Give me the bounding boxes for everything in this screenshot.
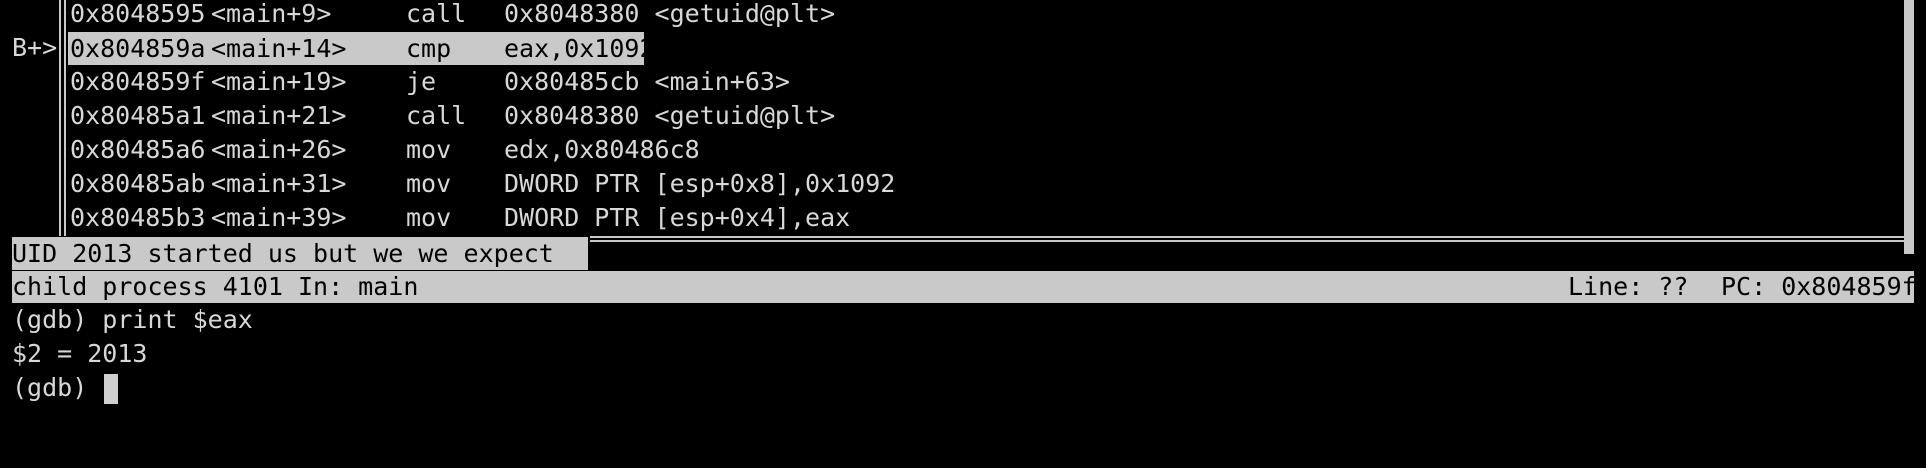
asm-symbol: <main+21> bbox=[211, 101, 347, 130]
asm-window-bottom-border bbox=[590, 236, 1914, 242]
asm-row[interactable]: 0x8048595 <main+9> call 0x8048380 <getui… bbox=[0, 0, 835, 31]
asm-symbol: <main+9> bbox=[211, 0, 332, 28]
asm-symbol: <main+39> bbox=[211, 203, 347, 232]
asm-symbol: <main+31> bbox=[211, 169, 347, 198]
asm-row[interactable]: 0x80485ab <main+31> mov DWORD PTR [esp+0… bbox=[0, 167, 895, 201]
asm-address: 0x804859f bbox=[70, 67, 206, 96]
asm-address: 0x80485ab bbox=[70, 169, 206, 198]
asm-opcode: mov bbox=[406, 169, 452, 198]
asm-address: 0x80485a1 bbox=[70, 101, 206, 130]
asm-address: 0x80485a6 bbox=[70, 135, 206, 164]
asm-symbol: <main+26> bbox=[211, 135, 347, 164]
asm-operands: 0x8048380 <getuid@plt> bbox=[504, 0, 836, 28]
asm-row[interactable]: 0x80485a1 <main+21> call 0x8048380 <getu… bbox=[0, 99, 835, 133]
asm-window-right-border bbox=[1904, 0, 1914, 254]
asm-symbol: <main+14> bbox=[211, 34, 347, 63]
program-output-message: UID 2013 started us but we we expect 424… bbox=[12, 237, 588, 301]
asm-address: 0x804859a bbox=[70, 34, 206, 63]
breakpoint-marker: B+> bbox=[12, 33, 58, 62]
status-line: Line: ?? bbox=[1568, 272, 1689, 301]
asm-operands: DWORD PTR [esp+0x4],eax bbox=[504, 203, 851, 232]
console-prompt-line[interactable]: (gdb) bbox=[12, 371, 119, 405]
asm-row[interactable]: 0x804859f <main+19> je 0x80485cb <main+6… bbox=[0, 65, 790, 99]
asm-row-current[interactable]: 0x804859a <main+14> cmp eax,0x1092 bbox=[68, 32, 655, 65]
asm-opcode: mov bbox=[406, 135, 452, 164]
asm-operands: 0x8048380 <getuid@plt> bbox=[504, 101, 836, 130]
asm-operands: eax,0x1092 bbox=[504, 34, 655, 63]
asm-symbol: <main+19> bbox=[211, 67, 347, 96]
status-pc: PC: 0x804859f bbox=[1721, 272, 1917, 301]
asm-opcode: cmp bbox=[406, 34, 452, 63]
asm-opcode: call bbox=[406, 0, 467, 28]
status-bar: child process 4101 In: main Line: ?? PC:… bbox=[12, 271, 1917, 303]
console-line: (gdb) print $eax bbox=[12, 305, 253, 334]
asm-operands: 0x80485cb <main+63> bbox=[504, 67, 790, 96]
asm-opcode: call bbox=[406, 101, 467, 130]
asm-address: 0x8048595 bbox=[70, 0, 206, 28]
asm-operands: DWORD PTR [esp+0x8],0x1092 bbox=[504, 169, 896, 198]
asm-opcode: mov bbox=[406, 203, 452, 232]
asm-row[interactable]: 0x80485a6 <main+26> mov edx,0x80486c8 bbox=[0, 133, 700, 167]
asm-address: 0x80485b3 bbox=[70, 203, 206, 232]
console-line: $2 = 2013 bbox=[12, 339, 148, 368]
status-process: child process 4101 In: main bbox=[12, 272, 419, 301]
asm-opcode: je bbox=[406, 67, 437, 96]
gdb-prompt: (gdb) bbox=[12, 373, 103, 402]
text-cursor bbox=[104, 374, 119, 404]
asm-row[interactable]: 0x80485b3 <main+39> mov DWORD PTR [esp+0… bbox=[0, 201, 850, 235]
asm-operands: edx,0x80486c8 bbox=[504, 135, 700, 164]
